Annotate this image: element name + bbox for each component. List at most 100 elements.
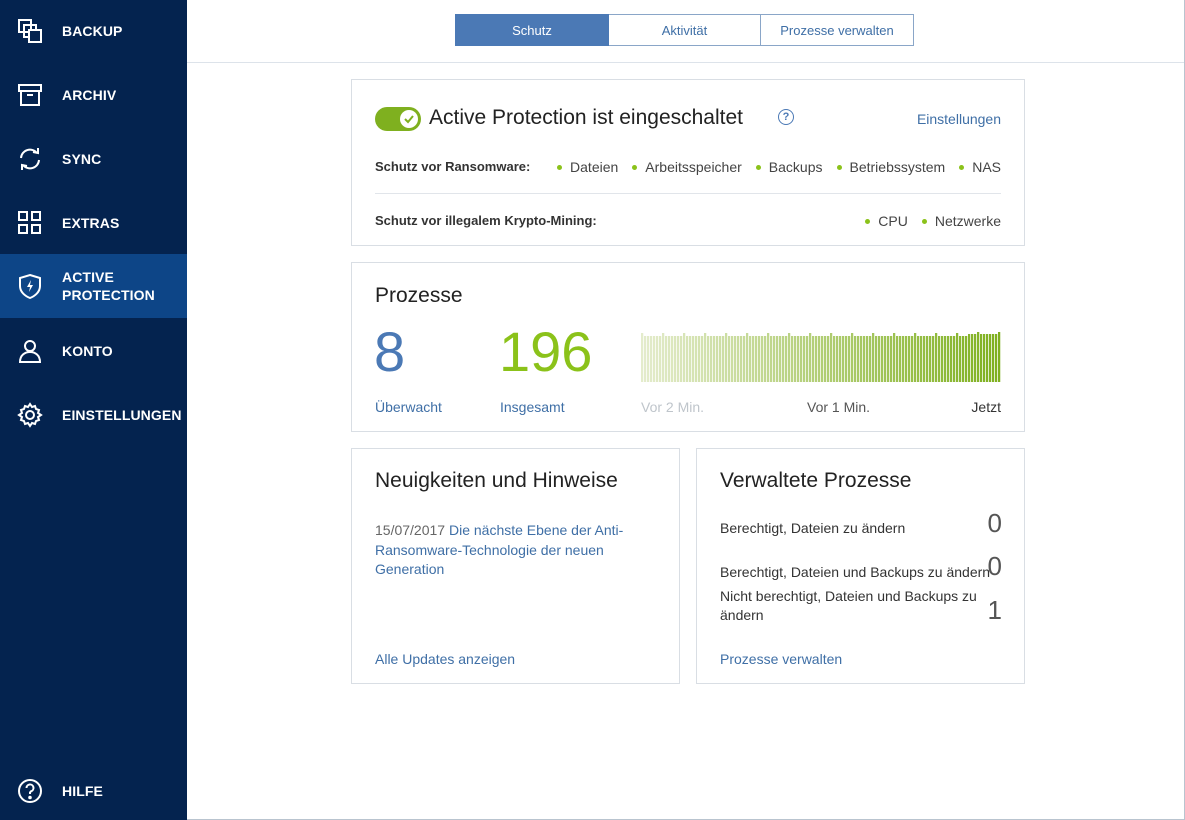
activity-bar — [701, 336, 704, 382]
activity-bar — [995, 334, 998, 382]
news-title: Neuigkeiten und Hinweise — [375, 469, 618, 492]
managed-processes-card: Verwaltete Prozesse Berechtigt, Dateien … — [696, 448, 1025, 684]
activity-bar — [707, 336, 710, 382]
activity-bar — [689, 336, 692, 382]
activity-bar — [917, 336, 920, 382]
activity-bar — [797, 336, 800, 382]
activity-bar — [956, 333, 959, 382]
activity-bar — [881, 336, 884, 382]
account-icon — [17, 338, 43, 364]
activity-bar — [821, 336, 824, 382]
activity-bar — [902, 336, 905, 382]
protection-card: Active Protection ist eingeschaltet ? Ei… — [351, 79, 1025, 246]
activity-bar — [830, 333, 833, 382]
sidebar-item-archive[interactable]: ARCHIV — [0, 64, 187, 126]
sidebar-item-extras[interactable]: EXTRAS — [0, 192, 187, 254]
activity-bar — [746, 333, 749, 382]
ransomware-label: Schutz vor Ransomware: — [375, 159, 531, 174]
activity-bar — [893, 333, 896, 382]
activity-bar — [674, 336, 677, 382]
activity-bar — [827, 336, 830, 382]
ransomware-item: Backups — [755, 159, 823, 175]
gear-icon — [17, 402, 43, 428]
activity-bar — [713, 336, 716, 382]
activity-bar — [965, 336, 968, 382]
activity-bar — [971, 334, 974, 382]
activity-bar — [818, 336, 821, 382]
activity-bar — [977, 332, 980, 382]
sidebar-item-account[interactable]: KONTO — [0, 320, 187, 382]
activity-bar — [938, 336, 941, 382]
settings-link[interactable]: Einstellungen — [917, 111, 1001, 127]
activity-bar — [794, 336, 797, 382]
help-icon[interactable]: ? — [778, 109, 794, 125]
activity-bar — [869, 336, 872, 382]
activity-bar — [662, 333, 665, 382]
protection-toggle[interactable] — [375, 107, 421, 131]
crypto-item: CPU — [865, 213, 908, 229]
managed-row-label: Nicht berechtigt, Dateien und Backups zu… — [720, 588, 977, 623]
tab-manage-processes[interactable]: Prozesse verwalten — [761, 14, 914, 46]
sidebar-item-label: BACKUP — [62, 23, 123, 39]
activity-bar — [851, 333, 854, 382]
activity-bar — [905, 336, 908, 382]
activity-bar — [758, 336, 761, 382]
sidebar-item-sync[interactable]: SYNC — [0, 128, 187, 190]
managed-row-value: 0 — [987, 508, 1002, 538]
status-dot — [632, 164, 638, 170]
sidebar-item-backup[interactable]: BACKUP — [0, 0, 187, 62]
tab-protection[interactable]: Schutz — [455, 14, 609, 46]
sidebar-item-label: KONTO — [62, 343, 113, 359]
activity-bar — [716, 336, 719, 382]
activity-bar — [725, 333, 728, 382]
activity-bar — [992, 334, 995, 382]
managed-row-label: Berechtigt, Dateien zu ändern — [720, 520, 906, 536]
sidebar-item-label: HILFE — [62, 783, 103, 799]
shield-icon — [17, 273, 43, 299]
activity-bar — [731, 336, 734, 382]
manage-processes-link[interactable]: Prozesse verwalten — [720, 651, 842, 667]
activity-bar — [848, 336, 851, 382]
total-label: Insgesamt — [500, 399, 565, 415]
sidebar-item-active-protection[interactable]: ACTIVE PROTECTION — [0, 254, 187, 318]
activity-bar — [680, 336, 683, 382]
extras-icon — [17, 210, 43, 236]
activity-bar — [749, 336, 752, 382]
activity-bar — [989, 334, 992, 382]
status-dot — [836, 164, 842, 170]
activity-bar — [704, 333, 707, 382]
backup-icon — [17, 18, 43, 44]
top-bar: Schutz Aktivität Prozesse verwalten — [187, 0, 1184, 63]
ransomware-item: Arbeitsspeicher — [632, 159, 742, 175]
activity-bar — [890, 336, 893, 382]
managed-row-value: 0 — [987, 551, 1002, 581]
activity-bar — [986, 334, 989, 382]
activity-bar — [656, 336, 659, 382]
activity-bar — [854, 336, 857, 382]
activity-bar — [887, 336, 890, 382]
ransomware-item: NAS — [959, 159, 1001, 175]
activity-bar — [809, 333, 812, 382]
timeline-label-start: Vor 2 Min. — [641, 399, 705, 415]
activity-bar — [833, 336, 836, 382]
activity-bar — [665, 336, 668, 382]
status-dot — [921, 218, 927, 224]
activity-bar — [668, 336, 671, 382]
sidebar-item-help[interactable]: HILFE — [0, 760, 187, 820]
managed-title: Verwaltete Prozesse — [720, 469, 912, 492]
activity-bar — [740, 336, 743, 382]
activity-bar — [878, 336, 881, 382]
activity-bar — [779, 336, 782, 382]
main-content: Schutz Aktivität Prozesse verwalten Acti… — [187, 0, 1185, 820]
news-card: Neuigkeiten und Hinweise 15/07/2017 Die … — [351, 448, 680, 684]
check-icon — [400, 110, 418, 128]
activity-bar — [692, 336, 695, 382]
activity-bar — [884, 336, 887, 382]
sidebar-item-label: ARCHIV — [62, 87, 117, 103]
all-updates-link[interactable]: Alle Updates anzeigen — [375, 651, 515, 667]
protection-title: Active Protection ist eingeschaltet — [429, 106, 743, 129]
activity-bar — [947, 336, 950, 382]
activity-bar — [719, 336, 722, 382]
tab-activity[interactable]: Aktivität — [609, 14, 761, 46]
sidebar-item-settings[interactable]: EINSTELLUNGEN — [0, 384, 187, 446]
